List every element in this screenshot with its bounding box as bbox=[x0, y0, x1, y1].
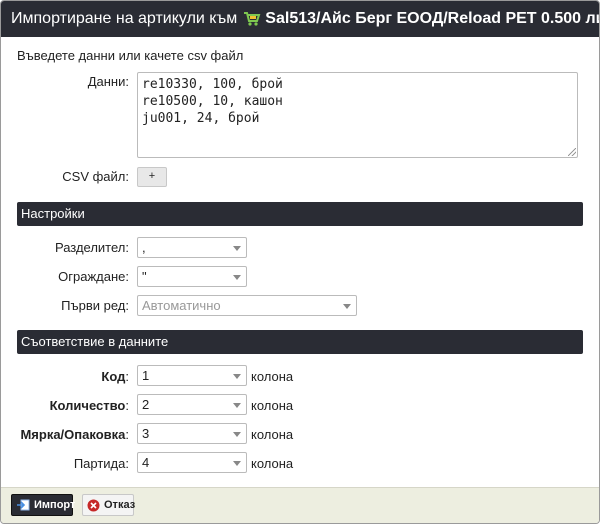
import-button[interactable]: Импорт bbox=[11, 494, 76, 516]
dialog-title-store: Sal513/Айс Берг ЕООД/Reload PET 0.500 ли… bbox=[265, 10, 599, 27]
mapping-batch-label: Партида: bbox=[73, 456, 129, 471]
chevron-down-icon bbox=[233, 246, 241, 251]
csv-upload-button[interactable]: + bbox=[137, 167, 167, 187]
settings-heading: Настройки bbox=[17, 202, 583, 226]
mapping-batch-select[interactable]: 4 bbox=[137, 452, 247, 473]
separator-label: Разделител: bbox=[54, 240, 129, 255]
first-row-label: Първи ред: bbox=[61, 298, 129, 313]
enclosure-label: Ограждане: bbox=[58, 269, 129, 284]
chevron-down-icon bbox=[233, 374, 241, 379]
chevron-down-icon bbox=[233, 403, 241, 408]
dialog-title-prefix: Импортиране на артикули към bbox=[11, 10, 238, 27]
import-label: Импорт bbox=[34, 499, 76, 511]
mapping-code-suffix: колона bbox=[251, 369, 294, 384]
import-icon bbox=[16, 499, 30, 511]
enclosure-value: " bbox=[142, 269, 147, 284]
enclosure-select[interactable]: " bbox=[137, 266, 247, 287]
intro-text: Въведете данни или качете csv файл bbox=[17, 48, 244, 63]
import-dialog: Импортиране на артикули към Sal513/Айс Б… bbox=[0, 0, 600, 524]
mapping-batch-suffix: колона bbox=[251, 456, 294, 471]
cancel-icon bbox=[87, 499, 100, 512]
dialog-footer: Импорт Отказ bbox=[1, 487, 599, 523]
mapping-quantity-label: Количество: bbox=[49, 398, 129, 413]
mapping-unit-label: Мярка/Опаковка: bbox=[20, 427, 129, 442]
cancel-button[interactable]: Отказ bbox=[82, 494, 136, 516]
chevron-down-icon bbox=[343, 304, 351, 309]
mapping-quantity-select[interactable]: 2 bbox=[137, 394, 247, 415]
chevron-down-icon bbox=[233, 461, 241, 466]
mapping-code-value: 1 bbox=[142, 368, 150, 383]
dialog-titlebar: Импортиране на артикули към Sal513/Айс Б… bbox=[1, 1, 599, 37]
mapping-batch-value: 4 bbox=[142, 455, 150, 470]
dialog-content: Въведете данни или качете csv файл Данни… bbox=[1, 37, 599, 487]
mapping-heading: Съответствие в данните bbox=[17, 330, 583, 354]
mapping-quantity-value: 2 bbox=[142, 397, 150, 412]
csv-label: CSV файл: bbox=[62, 169, 129, 184]
data-label: Данни: bbox=[87, 74, 129, 89]
cancel-label: Отказ bbox=[104, 499, 136, 511]
chevron-down-icon bbox=[233, 275, 241, 280]
first-row-value: Автоматично bbox=[142, 298, 221, 313]
shopping-cart-icon bbox=[243, 11, 261, 27]
mapping-unit-suffix: колона bbox=[251, 427, 294, 442]
separator-select[interactable]: , bbox=[137, 237, 247, 258]
mapping-unit-select[interactable]: 3 bbox=[137, 423, 247, 444]
mapping-code-label: Код: bbox=[101, 369, 129, 384]
separator-value: , bbox=[142, 240, 146, 255]
first-row-select[interactable]: Автоматично bbox=[137, 295, 357, 316]
data-textarea[interactable]: re10330, 100, брой re10500, 10, кашон ju… bbox=[137, 72, 578, 158]
mapping-code-select[interactable]: 1 bbox=[137, 365, 247, 386]
mapping-quantity-suffix: колона bbox=[251, 398, 294, 413]
chevron-down-icon bbox=[233, 432, 241, 437]
mapping-unit-value: 3 bbox=[142, 426, 150, 441]
